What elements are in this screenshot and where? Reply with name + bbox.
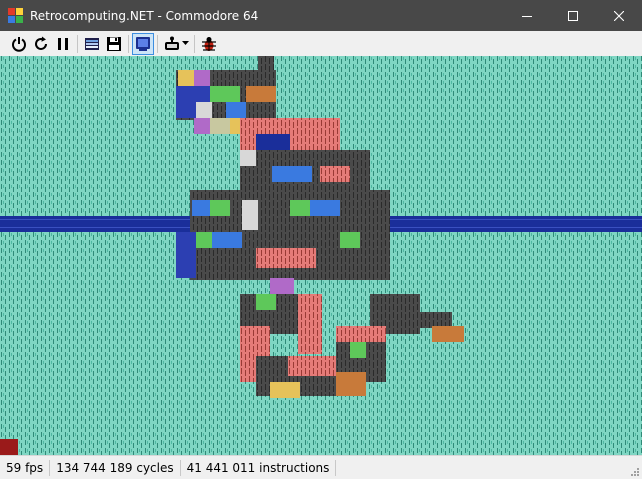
instructions-readout: 41 441 011 instructions xyxy=(181,459,337,476)
close-icon xyxy=(614,10,624,21)
toolbar-separator xyxy=(194,34,195,53)
reset-button[interactable] xyxy=(30,33,52,55)
joystick-icon xyxy=(164,36,179,50)
window-title: Retrocomputing.NET - Commodore 64 xyxy=(30,8,259,23)
fps-readout: 59 fps xyxy=(0,459,51,476)
close-button[interactable] xyxy=(596,0,642,31)
minimize-icon xyxy=(522,15,532,17)
resize-grip-icon[interactable] xyxy=(630,467,640,477)
floppy-disk-icon xyxy=(107,36,121,51)
chevron-down-icon xyxy=(181,41,189,45)
maximize-icon xyxy=(568,10,578,21)
minimize-button[interactable] xyxy=(504,0,550,31)
title-bar[interactable]: Retrocomputing.NET - Commodore 64 xyxy=(0,0,642,31)
power-button[interactable] xyxy=(8,33,30,55)
display-icon xyxy=(136,36,150,51)
tape-icon xyxy=(85,37,99,50)
pause-icon xyxy=(58,37,68,50)
debugger-button[interactable] xyxy=(198,33,220,55)
emulator-screen[interactable] xyxy=(0,56,642,455)
reset-icon xyxy=(35,36,47,50)
tape-button[interactable] xyxy=(81,33,103,55)
c64-display xyxy=(0,56,642,455)
debugger-bug-icon xyxy=(202,36,216,51)
power-icon xyxy=(12,36,26,52)
retro-app-icon xyxy=(8,7,24,24)
disk-button[interactable] xyxy=(103,33,125,55)
toolbar-separator xyxy=(157,34,158,53)
status-bar: 59 fps 134 744 189 cycles 41 441 011 ins… xyxy=(0,455,642,479)
cycles-readout: 134 744 189 cycles xyxy=(50,459,181,476)
toolbar-separator xyxy=(77,34,78,53)
toolbar-separator xyxy=(128,34,129,53)
toolbar xyxy=(0,31,642,56)
maximize-button[interactable] xyxy=(550,0,596,31)
pause-button[interactable] xyxy=(52,33,74,55)
display-button[interactable] xyxy=(132,32,154,55)
joystick-dropdown-button[interactable] xyxy=(161,33,191,55)
